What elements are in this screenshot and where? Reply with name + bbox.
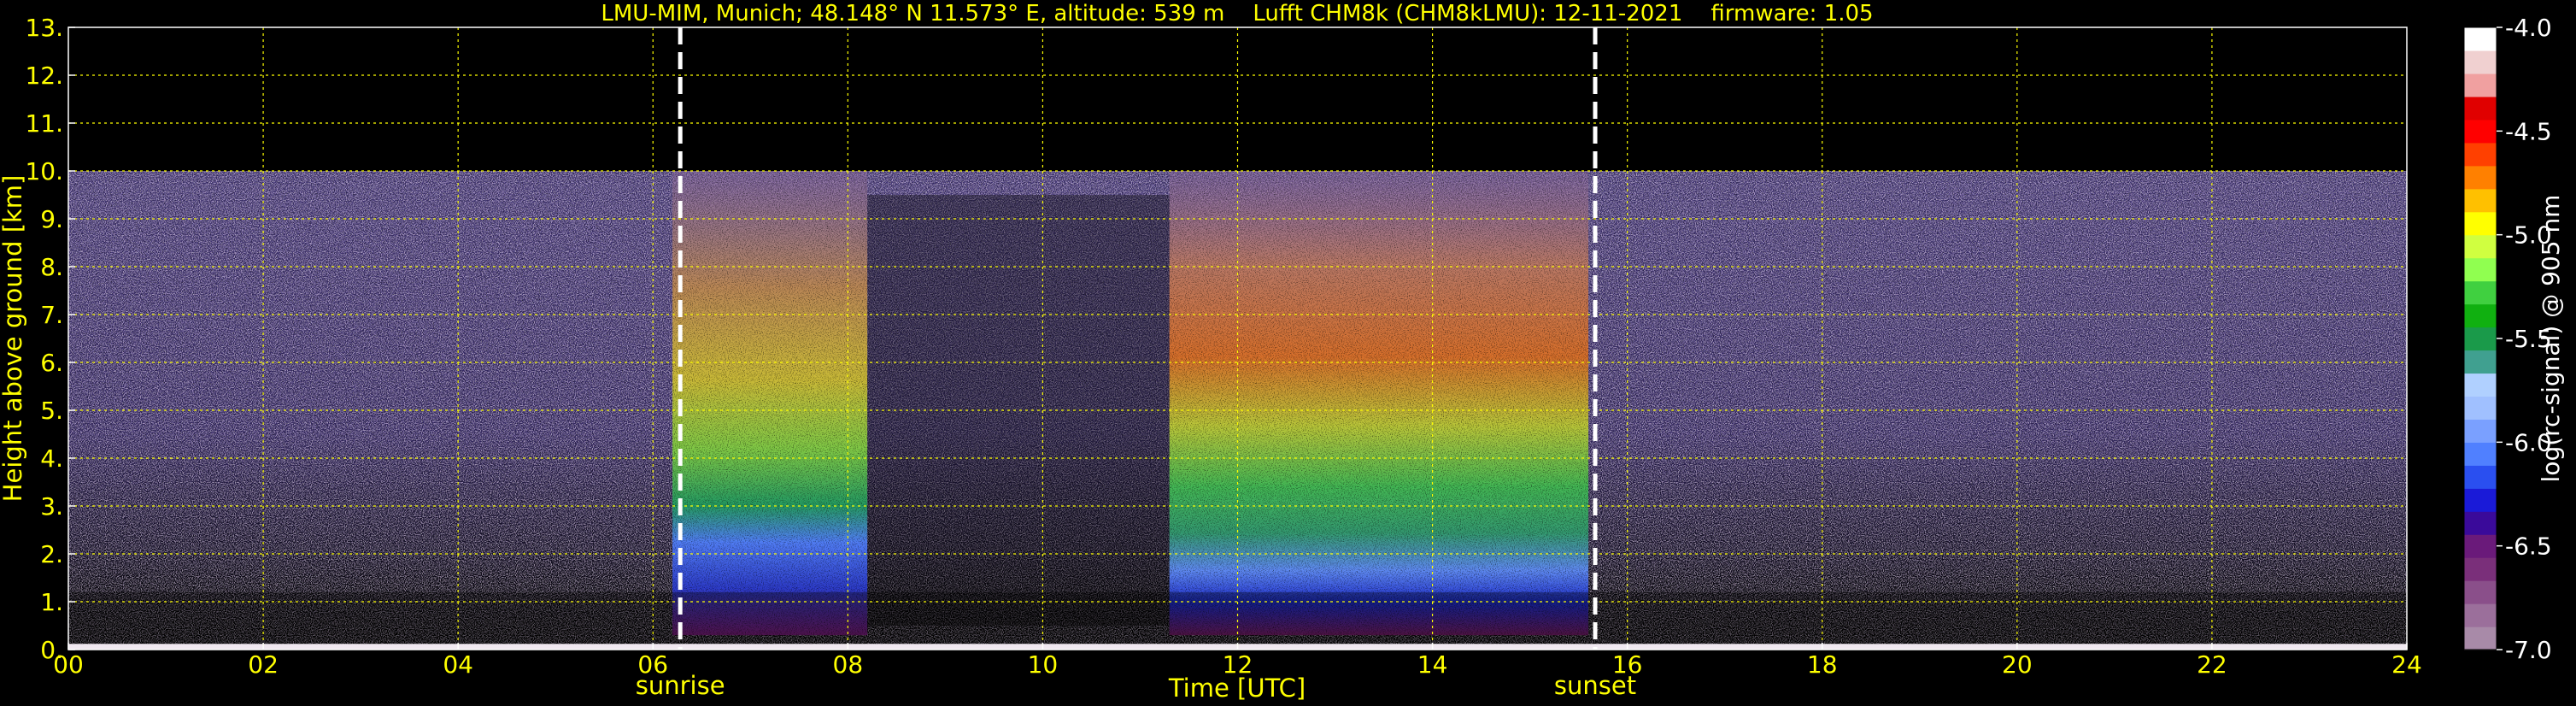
x-tick-label: 04 xyxy=(443,650,473,679)
colorbar-segment xyxy=(2464,280,2497,305)
x-tick-label: 18 xyxy=(1807,650,1838,679)
y-tick-label: 3. xyxy=(40,492,63,521)
colorbar-segment xyxy=(2464,580,2497,604)
colorbar-segment xyxy=(2464,211,2497,236)
colorbar-segment xyxy=(2464,257,2497,282)
y-axis-label: Height above ground [km] xyxy=(0,175,27,503)
y-tick-label: 4. xyxy=(40,444,63,473)
sunset-label: sunset xyxy=(1554,671,1636,700)
colorbar-segment xyxy=(2464,165,2497,190)
colorbar-segment xyxy=(2464,50,2497,74)
y-tick-label: 10. xyxy=(25,157,63,185)
x-tick-label: 02 xyxy=(248,650,279,679)
x-tick-label: 14 xyxy=(1417,650,1448,679)
colorbar-segment xyxy=(2464,557,2497,581)
colorbar xyxy=(2463,26,2497,650)
y-tick-label: 12. xyxy=(25,62,63,90)
colorbar-label: log(rc-signal) @ 905 nm xyxy=(2537,195,2565,483)
y-tick-label: 1. xyxy=(40,588,63,616)
y-tick-label: 8. xyxy=(40,253,63,281)
colorbar-segment xyxy=(2464,303,2497,328)
ceilometer-chart: 00 02 04 06 08 10 12 14 16 18 20 22 24 0.1.2.3.4.5.6… xyxy=(0,1,2565,703)
colorbar-segment xyxy=(2464,488,2497,512)
y-tick-label: 9. xyxy=(40,205,63,233)
y-tick-label: 0. xyxy=(40,636,63,664)
colorbar-segment xyxy=(2464,350,2497,374)
colorbar-segment xyxy=(2464,73,2497,97)
colorbar-segment xyxy=(2464,465,2497,489)
y-axis-ticks: 0. 1. 2. 3. 4. 5. 6. 7. 8. 9. 10. 11. 12. 13. xyxy=(25,14,75,664)
y-tick-label: 7. xyxy=(40,301,63,329)
x-tick-label: 20 xyxy=(2002,650,2033,679)
colorbar-tick-label: -4.0 xyxy=(2505,14,2552,42)
colorbar-segment xyxy=(2464,511,2497,535)
colorbar-segment xyxy=(2464,442,2497,466)
colorbar-segment xyxy=(2464,96,2497,121)
colorbar-tick-label: -4.5 xyxy=(2505,117,2552,145)
colorbar-segment xyxy=(2464,327,2497,351)
y-tick-label: 6. xyxy=(40,349,63,377)
colorbar-segment xyxy=(2464,603,2497,627)
colorbar-segment xyxy=(2464,627,2497,650)
sunrise-label: sunrise xyxy=(636,671,725,700)
colorbar-segment xyxy=(2464,27,2497,51)
x-tick-label: 24 xyxy=(2391,650,2422,679)
near-ground-band xyxy=(68,591,2407,645)
y-tick-label: 5. xyxy=(40,397,63,425)
colorbar-tick-label: -7.0 xyxy=(2505,636,2552,664)
colorbar-segment xyxy=(2464,234,2497,259)
colorbar-segment xyxy=(2464,419,2497,443)
colorbar-segment xyxy=(2464,119,2497,144)
colorbar-segment xyxy=(2464,188,2497,213)
x-axis-label: Time [UTC] xyxy=(1168,674,1306,703)
chart-title: LMU-MIM, Munich; 48.148° N 11.573° E, al… xyxy=(601,1,1873,26)
colorbar-segment xyxy=(2464,373,2497,397)
colorbar-segment xyxy=(2464,396,2497,420)
y-tick-label: 11. xyxy=(25,109,63,138)
colorbar-segment xyxy=(2464,142,2497,167)
x-tick-label: 08 xyxy=(833,650,864,679)
colorbar-segment xyxy=(2464,534,2497,558)
y-tick-label: 13. xyxy=(25,14,63,42)
colorbar-tick-label: -6.5 xyxy=(2505,532,2552,561)
y-tick-label: 2. xyxy=(40,540,63,568)
x-tick-label: 10 xyxy=(1028,650,1059,679)
x-tick-label: 22 xyxy=(2197,650,2227,679)
